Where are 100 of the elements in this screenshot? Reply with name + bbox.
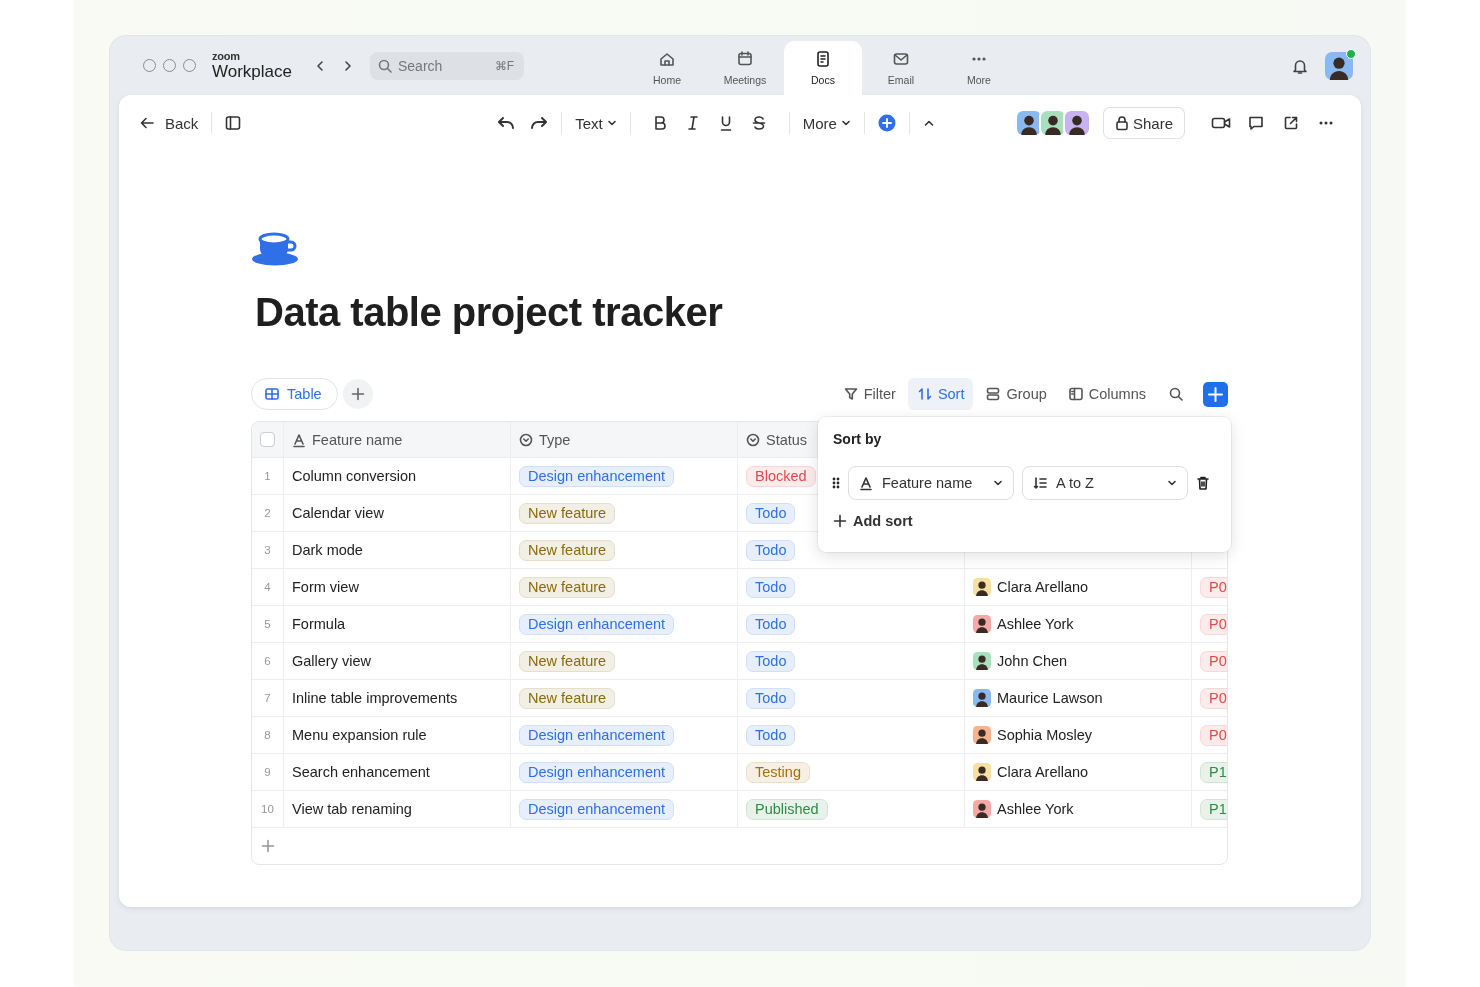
assignee-name: Ashlee York — [997, 801, 1074, 817]
bold-icon — [653, 115, 668, 131]
assignee-name: Clara Arellano — [997, 764, 1089, 780]
add-view-button[interactable] — [342, 379, 373, 409]
table-cell: Dark mode — [284, 532, 511, 569]
mail-icon — [892, 50, 910, 68]
video-camera-icon — [1210, 115, 1231, 131]
sort-icon — [916, 386, 933, 402]
type-tag: Design enhancement — [519, 613, 675, 635]
table-cell: Gallery view — [284, 643, 511, 680]
home-icon — [658, 50, 676, 68]
status-tag: Published — [746, 798, 828, 820]
chevron-down-icon — [993, 478, 1003, 488]
type-tag: Design enhancement — [519, 465, 675, 487]
calendar-icon — [736, 50, 754, 68]
table-cell: Column conversion — [284, 458, 511, 495]
text-style-dropdown[interactable]: Text — [575, 114, 617, 132]
nav-tab[interactable]: Home — [628, 41, 706, 95]
select-all-checkbox[interactable] — [260, 432, 275, 447]
type-tag: Design enhancement — [519, 761, 675, 783]
column-header[interactable]: Feature name — [284, 422, 511, 458]
status-tag: Todo — [746, 724, 796, 746]
nav-tab[interactable]: Email — [862, 41, 940, 95]
dropdown-type-icon — [746, 431, 760, 448]
row-number: 5 — [252, 606, 284, 643]
priority-tag: P0 — [1200, 613, 1227, 635]
italic-icon — [686, 115, 701, 131]
sort-order-dropdown[interactable]: A to Z — [1022, 466, 1188, 500]
table-cell: Formula — [284, 606, 511, 643]
nav-tab[interactable]: More — [940, 41, 1018, 95]
group-button[interactable]: Group — [976, 378, 1056, 410]
group-icon — [985, 386, 1002, 402]
row-number: 7 — [252, 680, 284, 717]
column-header[interactable]: Type — [511, 422, 738, 458]
type-tag: Design enhancement — [519, 798, 675, 820]
table-cell: Calendar view — [284, 495, 511, 532]
dropdown-type-icon — [519, 431, 533, 448]
strikethrough-icon — [752, 115, 767, 131]
trash-icon[interactable] — [1196, 475, 1210, 491]
row-number: 6 — [252, 643, 284, 680]
document-icon — [814, 50, 832, 68]
search-field[interactable]: Search ⌘F — [370, 51, 524, 80]
comment-icon — [1247, 115, 1264, 131]
sort-field-dropdown[interactable]: Feature name — [848, 466, 1014, 500]
external-link-icon — [1282, 115, 1299, 131]
row-number: 1 — [252, 458, 284, 495]
more-icon — [970, 56, 988, 62]
row-number: 3 — [252, 532, 284, 569]
search-icon[interactable] — [1169, 387, 1183, 401]
chevron-down-icon — [840, 118, 851, 128]
row-number: 4 — [252, 569, 284, 606]
sort-button[interactable]: Sort — [907, 378, 974, 410]
priority-tag: P0 — [1200, 650, 1227, 672]
columns-button[interactable]: Columns — [1058, 378, 1155, 410]
status-tag: Todo — [746, 539, 796, 561]
filter-button[interactable]: Filter — [833, 378, 905, 410]
add-icon[interactable] — [1203, 381, 1228, 407]
document-title: Data table project tracker — [255, 290, 724, 335]
assignee-name: Sophia Mosley — [997, 727, 1093, 743]
type-tag: New feature — [519, 687, 616, 709]
status-tag: Blocked — [746, 465, 816, 487]
status-tag: Testing — [746, 761, 810, 783]
priority-tag: P0 — [1200, 724, 1227, 746]
table-icon — [264, 386, 280, 402]
popover-title: Sort by — [833, 431, 883, 447]
type-tag: New feature — [519, 539, 616, 561]
filter-icon — [842, 386, 859, 402]
nav-tab[interactable]: Meetings — [706, 41, 784, 95]
table-cell: Inline table improvements — [284, 680, 511, 717]
text-type-icon — [292, 431, 306, 448]
assignee-name: John Chen — [997, 653, 1068, 669]
chevron-down-icon — [606, 118, 617, 128]
table-cell: View tab renaming — [284, 791, 511, 828]
undo-icon[interactable] — [497, 115, 516, 131]
more-icon — [1317, 121, 1334, 125]
share-button[interactable]: Share — [1102, 107, 1185, 139]
priority-tag: P1 — [1200, 761, 1227, 783]
type-tag: New feature — [519, 650, 616, 672]
sidebar-toggle-icon[interactable] — [225, 115, 242, 131]
row-number: 10 — [252, 791, 284, 828]
keyboard-shortcut: ⌘F — [494, 58, 514, 73]
nav-tab[interactable]: Docs — [784, 41, 862, 95]
table-cell: Search enhancement — [284, 754, 511, 791]
priority-tag: P1 — [1200, 798, 1227, 820]
redo-icon[interactable] — [530, 115, 549, 131]
left-arrow-icon — [139, 115, 155, 131]
status-tag: Todo — [746, 502, 796, 524]
add-icon[interactable] — [877, 114, 896, 132]
drag-handle-icon[interactable] — [832, 477, 840, 489]
brand-name: Workplace — [212, 63, 292, 80]
priority-tag: P0 — [1200, 576, 1227, 598]
add-sort-button[interactable]: Add sort — [833, 513, 1217, 529]
back-button[interactable]: Back — [139, 114, 199, 132]
text-type-icon — [859, 475, 873, 491]
plus-icon — [350, 387, 365, 401]
underline-icon — [719, 115, 734, 131]
status-tag: Todo — [746, 687, 796, 709]
more-dropdown[interactable]: More — [802, 114, 851, 132]
sort-order-icon — [1033, 476, 1047, 490]
columns-icon — [1067, 386, 1084, 402]
